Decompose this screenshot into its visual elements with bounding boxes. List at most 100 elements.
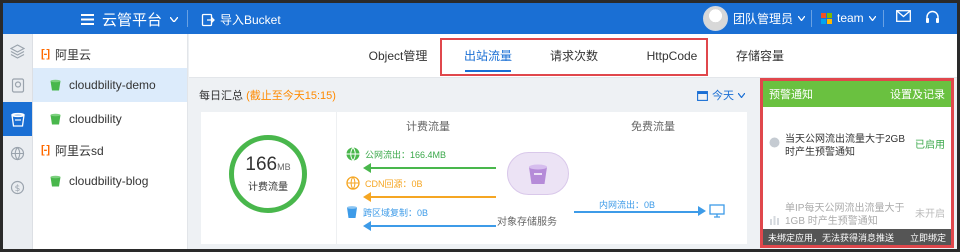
traffic-summary-card: 166MB 计费流量 计费流量 免费流量 公网流出：166.4MB CDN回源：…	[201, 112, 747, 244]
globe-icon	[10, 146, 25, 160]
aliyun-logo-icon: [-]	[41, 144, 50, 156]
intranet-out-flow: 内网流出：0B	[599, 198, 655, 211]
chevron-down-icon	[738, 92, 745, 98]
svg-text:$: $	[15, 184, 21, 194]
free-traffic-header: 免费流量	[631, 121, 675, 133]
cdn-back-flow: CDN回源：0B	[346, 176, 423, 190]
bucket-item-cloudbility-blog[interactable]: cloudbility-blog	[33, 164, 187, 198]
intranet-out-line	[574, 211, 698, 213]
bucket-item-label: cloudbility-demo	[69, 78, 156, 92]
user-menu[interactable]: 团队管理员	[703, 6, 806, 31]
provider-group-aliyun-sd[interactable]: [-] 阿里云sd	[33, 136, 187, 164]
nav-billing[interactable]: $	[3, 170, 32, 204]
tab-storage-capacity[interactable]: 存储容量	[729, 34, 791, 78]
dollar-icon: $	[10, 180, 25, 194]
bar-chart-icon	[770, 216, 779, 225]
public-out-label: 公网流出：166.4MB	[365, 149, 447, 160]
bucket-item-cloudbility[interactable]: cloudbility	[33, 102, 187, 136]
left-nav-rail: $	[3, 34, 33, 249]
bucket-icon	[529, 164, 547, 184]
arrow-left-icon	[363, 163, 371, 173]
top-icons	[896, 10, 940, 24]
bind-now-link[interactable]: 立即绑定	[910, 231, 946, 244]
chevron-down-icon	[170, 17, 179, 22]
alert-panel-title: 预警通知	[769, 89, 813, 101]
chevron-down-icon	[798, 16, 806, 21]
import-icon	[201, 13, 215, 26]
date-filter-label: 今天	[712, 90, 734, 102]
daily-summary-title: 每日汇总	[199, 90, 243, 102]
total-traffic-gauge: 166MB 计费流量	[229, 135, 307, 213]
mail-icon[interactable]	[896, 10, 911, 22]
cdn-icon	[346, 176, 360, 190]
menu-icon[interactable]	[81, 14, 94, 25]
alert-panel: 预警通知 设置及记录 当天公网流出流量大于2GB 时产生预警通知 已启用 单IP…	[760, 78, 954, 248]
alert-settings-link[interactable]: 设置及记录	[890, 86, 945, 102]
nav-layers[interactable]	[3, 34, 32, 68]
alert-rule-text: 单IP每天公网流出流量大于1GB 时产生预警通知	[785, 203, 905, 227]
arrow-left-icon	[363, 221, 371, 231]
team-name: team	[837, 11, 864, 25]
cdn-back-line	[366, 196, 496, 198]
arrow-right-icon	[698, 206, 706, 216]
app-switcher[interactable]: 云管平台	[81, 9, 179, 30]
provider-group-label: 阿里云	[55, 47, 92, 62]
globe-icon	[346, 147, 360, 161]
disk-icon	[11, 77, 24, 93]
nav-network[interactable]	[3, 136, 32, 170]
alert-rule-status[interactable]: 已启用	[915, 139, 945, 152]
calendar-icon	[697, 90, 708, 101]
headset-icon[interactable]	[925, 10, 940, 24]
team-menu[interactable]: team	[821, 11, 876, 25]
aliyun-logo-icon: [-]	[41, 48, 50, 60]
cross-region-flow: 跨区域复制：0B	[346, 205, 428, 219]
public-out-flow: 公网流出：166.4MB	[346, 147, 446, 161]
bucket-icon	[10, 112, 25, 127]
bucket-item-label: cloudbility	[69, 112, 122, 126]
nav-storage[interactable]	[3, 102, 32, 136]
alert-rule-status[interactable]: 未开启	[915, 208, 945, 221]
alert-footer-text: 未绑定应用，无法获得消息推送	[768, 232, 895, 243]
globe-icon	[769, 137, 780, 148]
object-storage-label: 对象存储服务	[497, 217, 557, 228]
divider	[336, 112, 337, 244]
tab-object-management[interactable]: Object管理	[361, 34, 435, 78]
public-out-line	[366, 167, 496, 169]
chevron-down-icon	[868, 15, 876, 21]
tab-highlight-box	[440, 38, 708, 76]
total-traffic-unit: MB	[277, 162, 291, 172]
total-traffic-value: 166	[245, 154, 278, 175]
app-window: 云管平台 导入Bucket 团队管理员 team $ [-] 阿里云 cloud…	[3, 3, 957, 249]
tab-bar: Object管理 出站流量 请求次数 HttpCode 存储容量	[189, 34, 957, 78]
cdn-back-label: CDN回源：0B	[365, 178, 423, 189]
date-filter[interactable]: 今天	[697, 87, 745, 103]
arrow-left-icon	[363, 192, 371, 202]
bucket-icon	[50, 79, 61, 91]
bucket-icon	[50, 113, 61, 125]
bucket-icon	[50, 175, 61, 187]
daily-summary-note: (截止至今天15:15)	[246, 90, 336, 102]
alert-rule-text: 当天公网流出流量大于2GB 时产生预警通知	[785, 134, 906, 158]
main-panel: Object管理 出站流量 请求次数 HttpCode 存储容量 每日汇总 (截…	[189, 34, 957, 249]
provider-group-aliyun[interactable]: [-] 阿里云	[33, 40, 187, 68]
top-bar: 云管平台 导入Bucket 团队管理员 team	[3, 3, 957, 34]
alert-panel-footer: 未绑定应用，无法获得消息推送 立即绑定	[763, 229, 951, 245]
layers-icon	[10, 43, 25, 59]
divider	[883, 10, 884, 27]
divider	[187, 10, 188, 27]
monitor-icon	[709, 204, 725, 218]
user-name: 团队管理员	[733, 12, 794, 26]
alert-rule[interactable]: 当天公网流出流量大于2GB 时产生预警通知 已启用	[763, 133, 951, 159]
bucket-sidebar: [-] 阿里云 cloudbility-demo cloudbility [-]…	[33, 34, 188, 249]
avatar	[703, 6, 728, 31]
cross-region-label: 跨区域复制：0B	[363, 207, 429, 218]
nav-disk[interactable]	[3, 68, 32, 102]
import-bucket-label: 导入Bucket	[220, 13, 281, 27]
daily-summary-header: 每日汇总 (截止至今天15:15)	[199, 87, 336, 103]
provider-group-label: 阿里云sd	[55, 143, 104, 158]
bucket-icon	[347, 206, 357, 218]
import-bucket-button[interactable]: 导入Bucket	[201, 11, 281, 28]
alert-panel-header: 预警通知 设置及记录	[763, 81, 951, 107]
alert-rule[interactable]: 单IP每天公网流出流量大于1GB 时产生预警通知 未开启	[763, 202, 951, 228]
bucket-item-cloudbility-demo[interactable]: cloudbility-demo	[33, 68, 187, 102]
